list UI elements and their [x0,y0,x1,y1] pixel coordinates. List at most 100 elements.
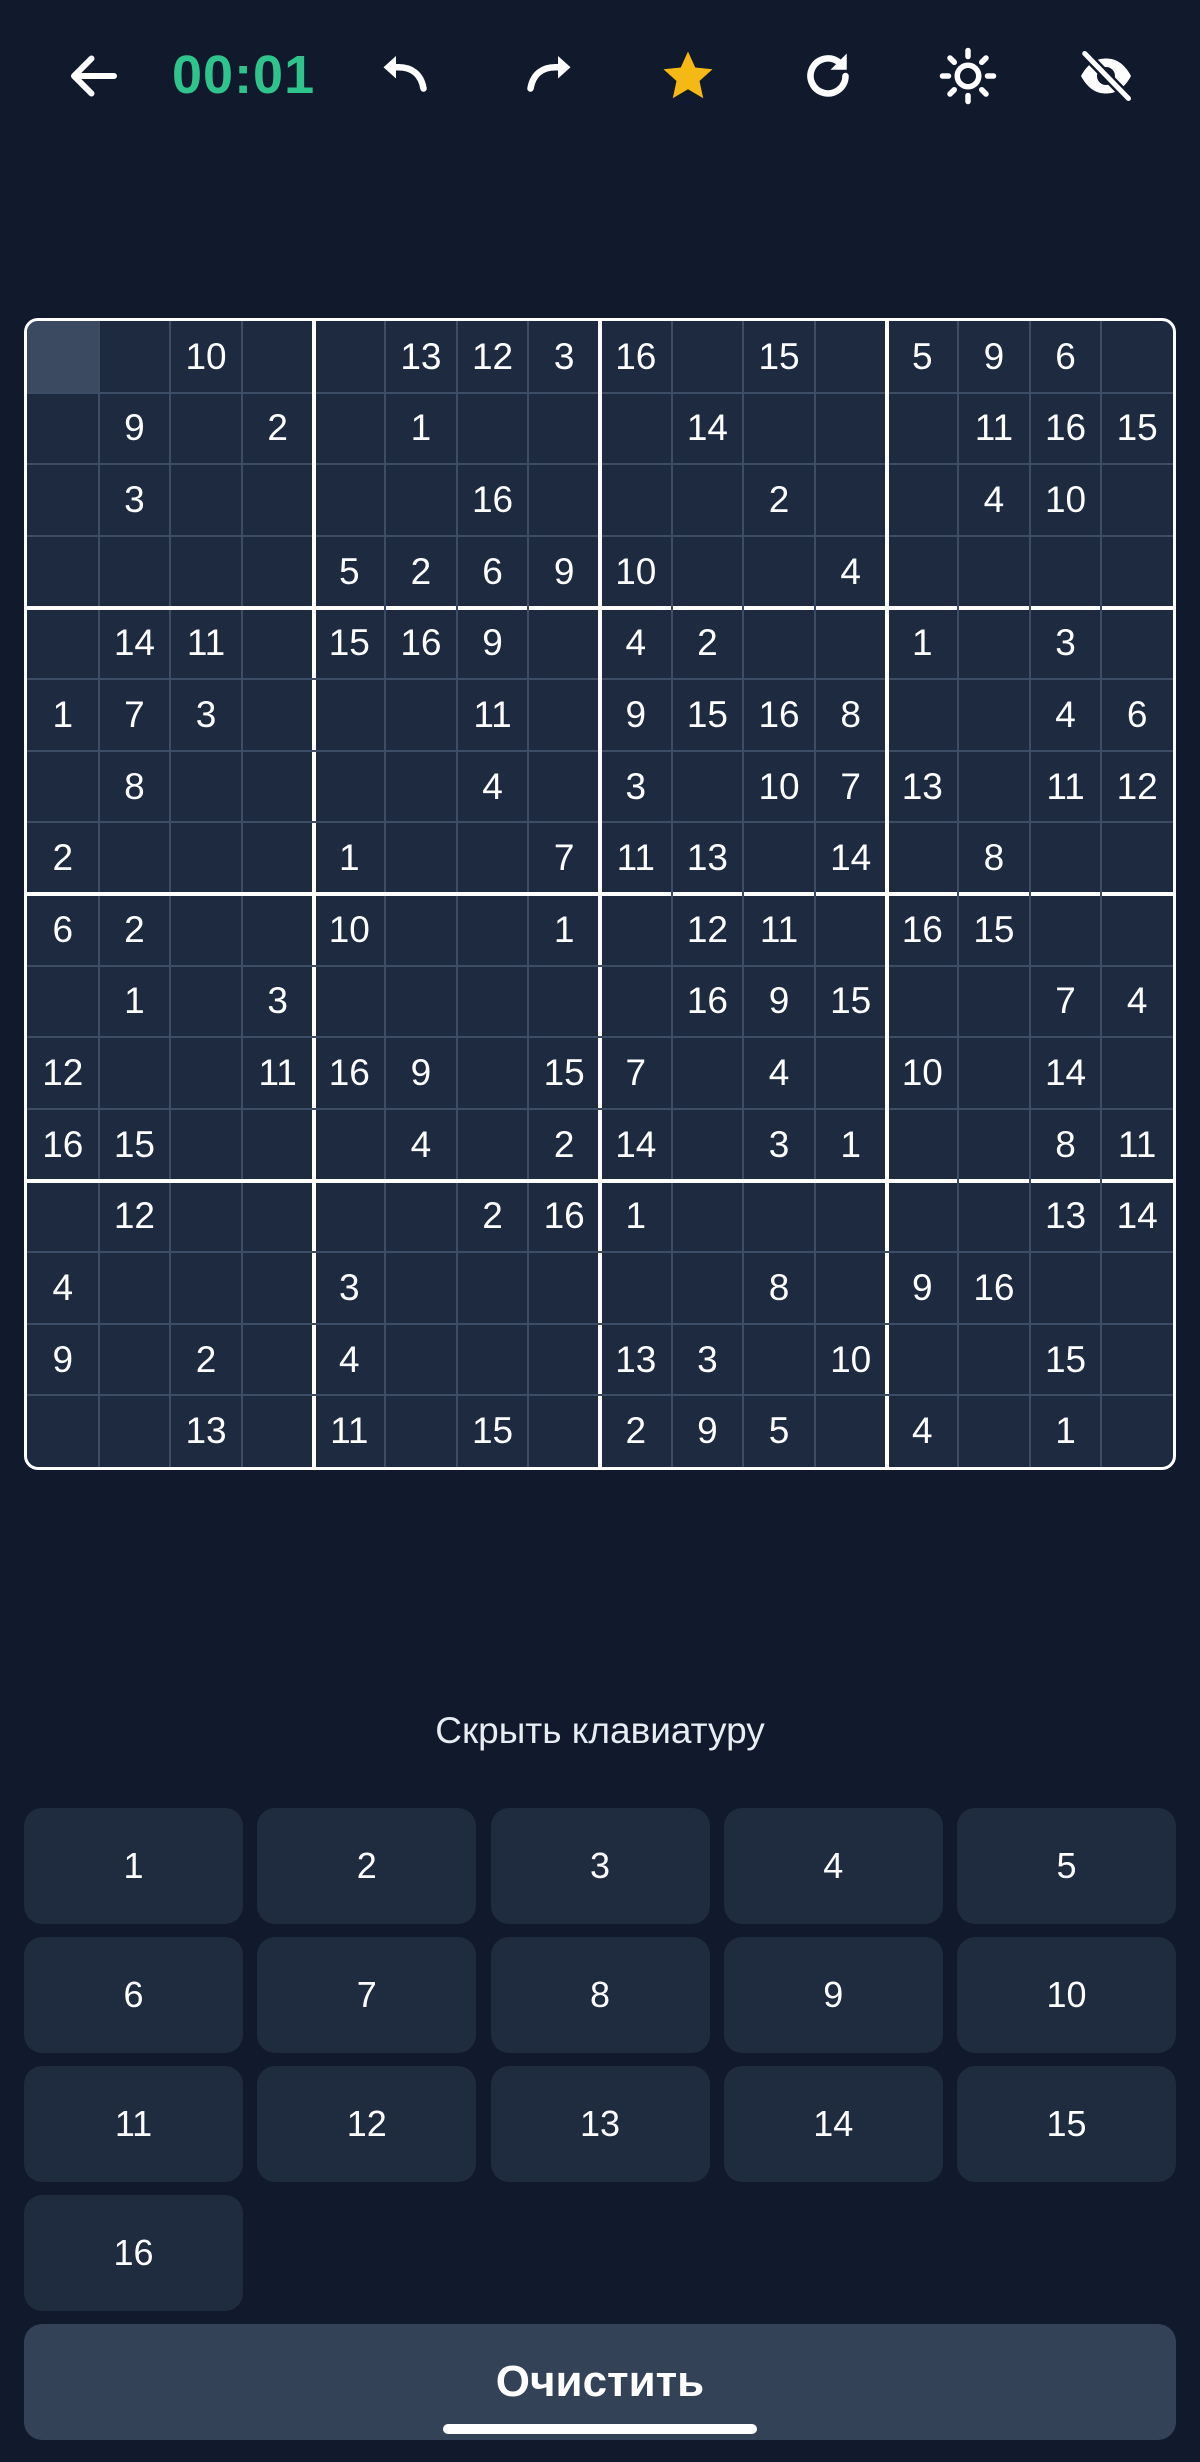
board-cell[interactable] [887,822,959,894]
number-key[interactable]: 13 [490,2066,710,2182]
board-cell[interactable] [99,1252,171,1324]
board-cell[interactable] [170,894,242,966]
board-cell[interactable] [528,1324,600,1396]
board-cell[interactable] [1101,1395,1173,1467]
board-cell[interactable]: 4 [815,536,887,608]
board-cell[interactable] [99,536,171,608]
board-cell[interactable] [314,966,386,1038]
board-cell[interactable] [600,464,672,536]
board-cell[interactable]: 12 [1101,751,1173,823]
board-cell[interactable] [242,1109,314,1181]
board-cell[interactable]: 8 [743,1252,815,1324]
board-cell[interactable] [170,966,242,1038]
board-cell[interactable] [672,536,744,608]
board-cell[interactable] [314,1109,386,1181]
board-cell[interactable] [99,822,171,894]
board-cell[interactable] [528,464,600,536]
board-cell[interactable]: 13 [1030,1181,1102,1253]
board-cell[interactable] [887,1181,959,1253]
board-cell[interactable] [672,1252,744,1324]
board-cell[interactable] [672,321,744,393]
board-cell[interactable]: 9 [528,536,600,608]
board-cell[interactable] [170,464,242,536]
board-cell[interactable]: 9 [385,1037,457,1109]
back-button[interactable] [56,38,132,114]
board-cell[interactable]: 4 [314,1324,386,1396]
board-cell[interactable] [385,1252,457,1324]
board-cell[interactable]: 11 [457,679,529,751]
board-cell[interactable]: 4 [1101,966,1173,1038]
board-cell[interactable]: 6 [457,536,529,608]
board-cell[interactable] [242,894,314,966]
board-cell[interactable]: 2 [99,894,171,966]
board-cell[interactable] [672,1109,744,1181]
board-cell[interactable]: 5 [314,536,386,608]
board-cell[interactable]: 10 [743,751,815,823]
board-cell[interactable]: 7 [815,751,887,823]
board-cell[interactable] [958,536,1030,608]
board-cell[interactable] [1101,536,1173,608]
board-cell[interactable] [743,1324,815,1396]
board-cell[interactable]: 16 [27,1109,99,1181]
board-cell[interactable]: 2 [743,464,815,536]
board-cell[interactable]: 15 [672,679,744,751]
board-cell[interactable] [242,1324,314,1396]
board-cell[interactable] [815,608,887,680]
board-cell[interactable] [99,1324,171,1396]
board-cell[interactable] [314,393,386,465]
board-cell[interactable]: 1 [815,1109,887,1181]
number-key[interactable]: 15 [957,2066,1176,2182]
board-cell[interactable]: 6 [1101,679,1173,751]
board-cell[interactable] [242,679,314,751]
board-cell[interactable]: 1 [887,608,959,680]
board-cell[interactable] [958,1181,1030,1253]
board-cell[interactable] [242,1252,314,1324]
board-cell[interactable] [27,393,99,465]
number-key[interactable]: 3 [490,1808,710,1924]
board-cell[interactable] [887,1109,959,1181]
board-cell[interactable]: 1 [27,679,99,751]
board-cell[interactable]: 3 [672,1324,744,1396]
board-cell[interactable]: 3 [743,1109,815,1181]
board-cell[interactable] [887,966,959,1038]
board-cell[interactable] [314,321,386,393]
board-cell[interactable]: 11 [958,393,1030,465]
board-cell[interactable]: 15 [457,1395,529,1467]
board-cell[interactable] [170,751,242,823]
board-cell[interactable] [457,822,529,894]
board-cell[interactable] [958,1395,1030,1467]
board-cell[interactable] [1101,1037,1173,1109]
board-cell[interactable] [815,1037,887,1109]
board-cell[interactable]: 12 [672,894,744,966]
board-cell[interactable]: 11 [314,1395,386,1467]
theme-toggle-button[interactable] [930,38,1006,114]
board-cell[interactable] [242,608,314,680]
board-cell[interactable]: 15 [743,321,815,393]
board-cell[interactable] [1101,894,1173,966]
board-cell[interactable] [958,608,1030,680]
board-cell[interactable] [27,966,99,1038]
board-cell[interactable]: 13 [887,751,959,823]
board-cell[interactable]: 16 [385,608,457,680]
board-cell[interactable] [457,894,529,966]
board-cell[interactable]: 9 [958,321,1030,393]
board-cell[interactable]: 2 [385,536,457,608]
board-cell[interactable] [815,1252,887,1324]
board-cell[interactable]: 1 [528,894,600,966]
board-cell[interactable] [600,393,672,465]
board-cell[interactable] [242,464,314,536]
board-cell[interactable]: 2 [170,1324,242,1396]
number-key[interactable]: 7 [257,1937,477,2053]
board-cell[interactable] [887,536,959,608]
board-cell[interactable]: 16 [1030,393,1102,465]
board-cell[interactable]: 4 [1030,679,1102,751]
board-cell[interactable] [170,1181,242,1253]
board-cell[interactable]: 11 [170,608,242,680]
board-cell[interactable]: 2 [528,1109,600,1181]
board-cell[interactable] [314,1181,386,1253]
board-cell[interactable] [600,966,672,1038]
board-cell[interactable]: 14 [99,608,171,680]
board-cell[interactable] [1101,1252,1173,1324]
board-cell[interactable] [385,751,457,823]
board-cell[interactable] [99,1037,171,1109]
